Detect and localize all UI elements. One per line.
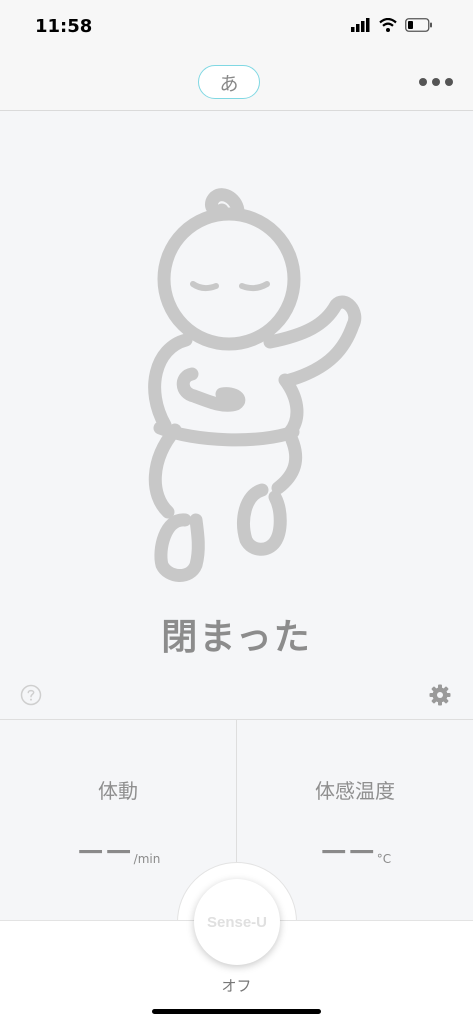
metric-value: －－ °C bbox=[237, 828, 473, 872]
metric-label: 体動 bbox=[98, 779, 138, 803]
more-icon[interactable] bbox=[409, 70, 453, 94]
metric-unit: /min bbox=[133, 852, 161, 866]
more-dot bbox=[445, 78, 453, 86]
metric-label: 体感温度 bbox=[315, 779, 395, 803]
metric-value: －－/min bbox=[0, 828, 236, 872]
power-button[interactable]: Sense-U bbox=[194, 879, 280, 965]
device-state-text: 閉まった bbox=[161, 617, 312, 658]
nav-bar: あ bbox=[0, 56, 473, 111]
more-dot bbox=[419, 78, 427, 86]
wifi-icon bbox=[379, 18, 397, 32]
help-icon[interactable] bbox=[20, 684, 42, 706]
battery-icon bbox=[405, 18, 432, 32]
language-toggle-button[interactable]: あ bbox=[198, 65, 260, 99]
home-indicator[interactable] bbox=[152, 1009, 321, 1014]
status-time: 11:58 bbox=[35, 16, 93, 37]
status-bar: 11:58 bbox=[0, 0, 473, 56]
status-icons bbox=[351, 18, 433, 32]
power-status-label: オフ bbox=[221, 977, 252, 995]
metric-value-text: －－ bbox=[75, 836, 134, 871]
more-dot bbox=[432, 78, 440, 86]
cellular-signal-icon bbox=[351, 18, 370, 32]
metric-unit: °C bbox=[376, 852, 392, 866]
metric-value-text: －－ bbox=[318, 836, 377, 871]
baby-icon bbox=[148, 188, 362, 582]
settings-icon[interactable] bbox=[429, 684, 451, 706]
